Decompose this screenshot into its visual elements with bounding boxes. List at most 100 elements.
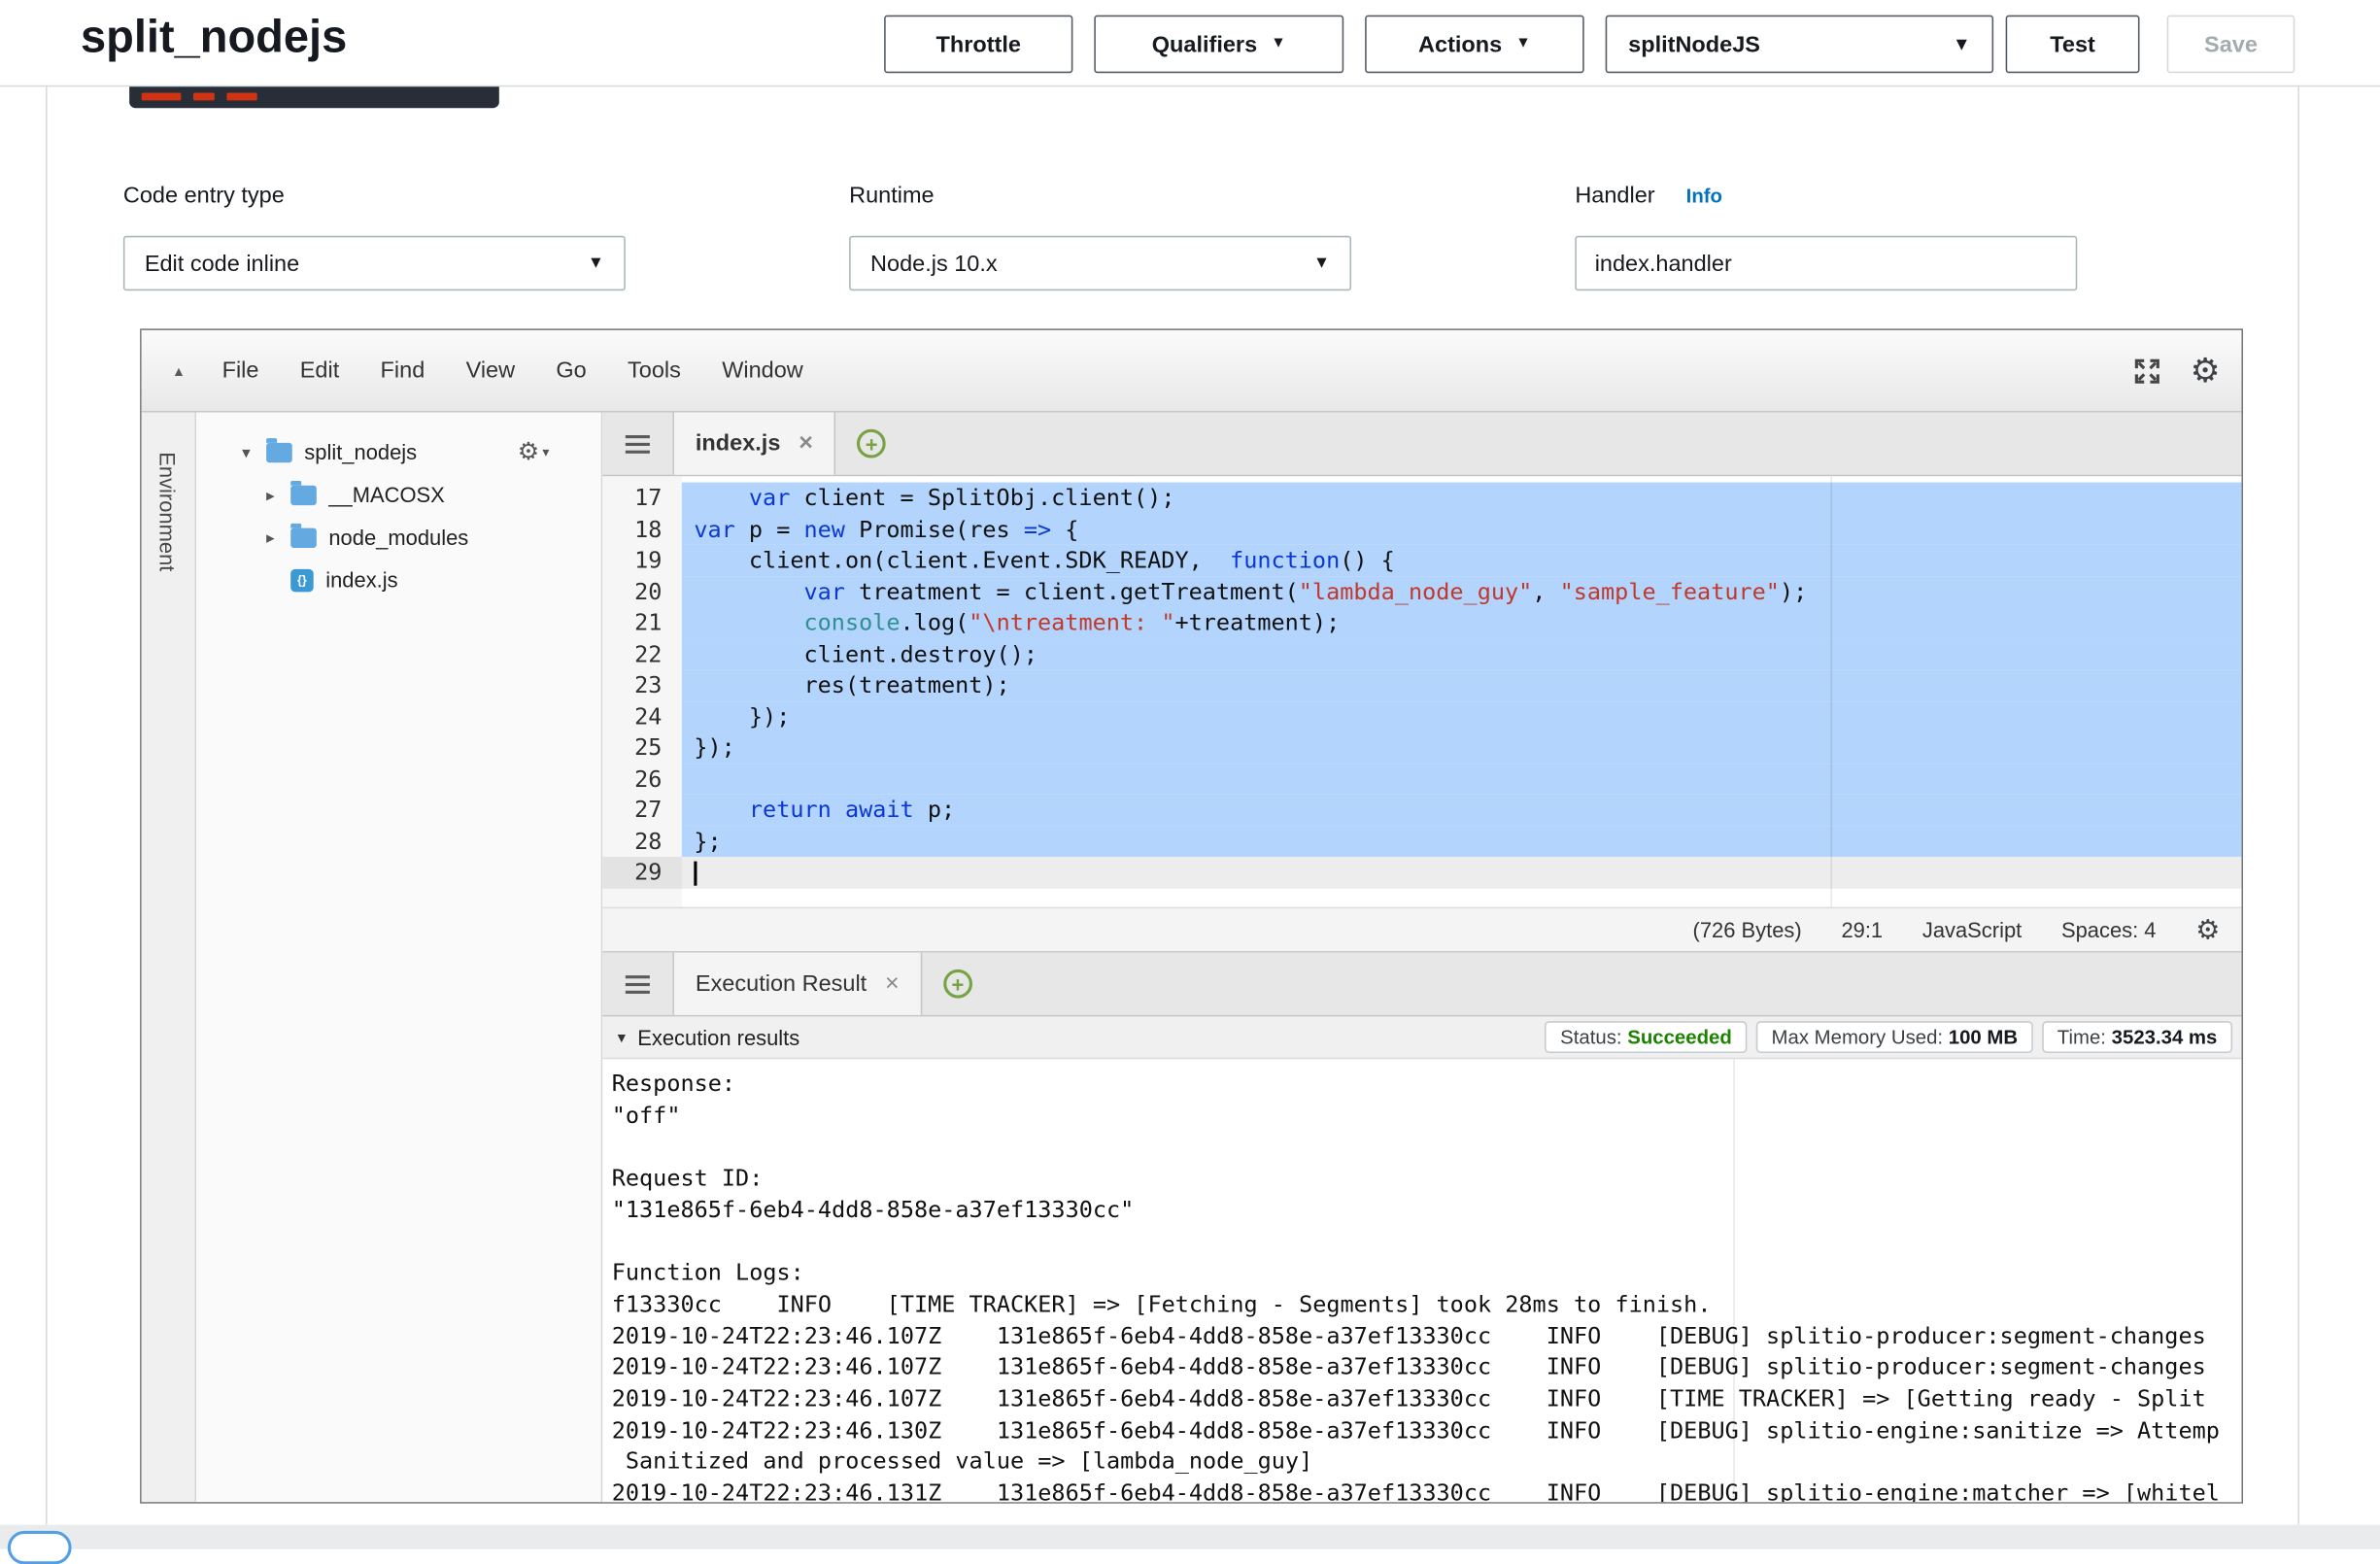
line-number: 18 (602, 514, 681, 545)
save-button[interactable]: Save (2167, 16, 2295, 74)
js-file-icon (290, 568, 313, 591)
test-button-label: Test (2050, 31, 2095, 57)
caret-right-icon[interactable]: ▸ (266, 485, 290, 504)
log-line: 2019-10-24T22:23:46.107Z 131e865f-6eb4-4… (612, 1351, 2242, 1382)
tree-item-indexjs-file[interactable]: index.js (196, 559, 601, 601)
status-spaces[interactable]: Spaces: 4 (2061, 918, 2157, 942)
status-badge-label: Status: (1560, 1026, 1621, 1048)
menu-view[interactable]: View (466, 357, 516, 384)
feedback-button-partial[interactable] (8, 1531, 72, 1564)
menu-go[interactable]: Go (556, 357, 586, 384)
text-cursor (694, 862, 697, 886)
execution-log-area[interactable]: Response:"off" Request ID:"131e865f-6eb4… (602, 1059, 2241, 1502)
execution-results-header[interactable]: ▼ Execution results Status: Succeeded Ma… (602, 1016, 2241, 1059)
code-entry-type-value: Edit code inline (145, 251, 299, 277)
add-tab-icon[interactable]: + (943, 969, 972, 999)
tree-item-root-folder[interactable]: ▾ split_nodejs ⚙▾ (196, 430, 601, 473)
save-button-label: Save (2204, 31, 2258, 57)
tree-item-node-modules-folder[interactable]: ▸ node_modules (196, 516, 601, 559)
tree-settings-gear-icon[interactable]: ⚙▾ (518, 437, 550, 467)
code-line[interactable]: 25}); (602, 731, 2241, 763)
line-number: 25 (602, 731, 681, 763)
lambda-console-page: split_nodejs Throttle Qualifiers ▼ Actio… (0, 0, 2380, 1549)
code-line[interactable]: 27 return await p; (602, 795, 2241, 826)
throttle-button[interactable]: Throttle (884, 16, 1072, 74)
tab-indexjs[interactable]: index.js × (672, 413, 835, 475)
handler-input[interactable] (1575, 236, 2077, 290)
caret-down-icon[interactable]: ▾ (242, 442, 266, 461)
code-line[interactable]: 24 }); (602, 700, 2241, 731)
tab-execution-result[interactable]: Execution Result × (672, 953, 922, 1015)
cut-off-designer-element (129, 86, 499, 108)
status-cursor-position[interactable]: 29:1 (1841, 918, 1883, 942)
actions-button[interactable]: Actions ▼ (1365, 16, 1584, 74)
card-left-border (46, 86, 48, 1524)
log-line (612, 1226, 2242, 1257)
chevron-down-icon: ▼ (588, 255, 604, 273)
tab-execution-result-label: Execution Result (696, 970, 867, 997)
code-line[interactable]: 26 (602, 764, 2241, 795)
line-number: 28 (602, 826, 681, 857)
menu-window[interactable]: Window (722, 357, 803, 384)
runtime-select[interactable]: Node.js 10.x ▼ (849, 236, 1351, 290)
actions-button-label: Actions (1418, 31, 1502, 57)
log-line: f13330cc INFO [TIME TRACKER] => [Fetchin… (612, 1289, 2242, 1320)
alias-selector[interactable]: splitNodeJS ▼ (1606, 16, 1993, 74)
memory-badge-value: 100 MB (1949, 1026, 2018, 1048)
code-line[interactable]: 23 res(treatment); (602, 669, 2241, 700)
print-margin-ruler (1733, 1059, 1735, 1502)
log-line: Sanitized and processed value => [lambda… (612, 1446, 2242, 1478)
tree-item-macosx-folder[interactable]: ▸ __MACOSX (196, 473, 601, 516)
code-line[interactable]: 20 var treatment = client.getTreatment("… (602, 576, 2241, 607)
code-entry-type-select[interactable]: Edit code inline ▼ (123, 236, 626, 290)
log-line (612, 1131, 2242, 1162)
code-area[interactable]: 17 var client = SplitObj.client();18var … (602, 476, 2241, 906)
add-tab-icon[interactable]: + (857, 429, 886, 459)
code-line[interactable]: 28}; (602, 826, 2241, 857)
chevron-down-icon: ▼ (1271, 37, 1286, 52)
line-number: 27 (602, 795, 681, 826)
code-area-lines: 17 var client = SplitObj.client();18var … (602, 483, 2241, 888)
code-line[interactable]: 18var p = new Promise(res => { (602, 514, 2241, 545)
line-number: 22 (602, 638, 681, 669)
caret-right-icon[interactable]: ▸ (266, 527, 290, 547)
log-line: Request ID: (612, 1163, 2242, 1194)
tab-indexjs-label: index.js (696, 430, 781, 457)
status-language[interactable]: JavaScript (1922, 918, 2022, 942)
line-number: 29 (602, 857, 681, 888)
file-tree: ▾ split_nodejs ⚙▾ ▸ __MACOSX ▸ node_modu… (196, 413, 602, 1503)
log-line: 2019-10-24T22:23:46.107Z 131e865f-6eb4-4… (612, 1383, 2242, 1414)
code-line[interactable]: 29 (602, 857, 2241, 888)
tab-list-icon[interactable] (626, 974, 650, 993)
test-button[interactable]: Test (2006, 16, 2140, 74)
log-line: "off" (612, 1100, 2242, 1131)
close-icon[interactable]: × (799, 430, 813, 458)
close-icon[interactable]: × (885, 970, 900, 998)
tab-list-icon[interactable] (626, 434, 650, 453)
memory-badge: Max Memory Used: 100 MB (1756, 1021, 2033, 1053)
collapse-menu-icon[interactable]: ▲ (172, 363, 186, 379)
execution-badges: Status: Succeeded Max Memory Used: 100 M… (1546, 1021, 2233, 1053)
code-line[interactable]: 19 client.on(client.Event.SDK_READY, fun… (602, 545, 2241, 576)
menu-edit[interactable]: Edit (300, 357, 340, 384)
handler-info-link[interactable]: Info (1686, 185, 1722, 207)
menu-find[interactable]: Find (381, 357, 425, 384)
folder-icon (266, 442, 292, 461)
status-settings-gear-icon[interactable]: ⚙ (2195, 916, 2220, 943)
environment-tab-label: Environment (155, 452, 180, 571)
code-line[interactable]: 22 client.destroy(); (602, 638, 2241, 669)
environment-tab[interactable]: Environment (142, 413, 196, 1503)
editor-menubar: ▲ File Edit Find View Go Tools Window ⚙ (142, 330, 2242, 413)
editor-settings-gear-icon[interactable]: ⚙ (2191, 354, 2221, 387)
qualifiers-button[interactable]: Qualifiers ▼ (1094, 16, 1343, 74)
tree-item-label: split_nodejs (304, 440, 417, 464)
print-margin-ruler (1830, 476, 1832, 906)
code-tabbar: index.js × + (602, 413, 2241, 477)
menu-file[interactable]: File (222, 357, 259, 384)
fullscreen-icon[interactable] (2132, 356, 2162, 386)
code-line[interactable]: 21 console.log("\ntreatment: "+treatment… (602, 607, 2241, 638)
menu-tools[interactable]: Tools (628, 357, 681, 384)
line-number: 20 (602, 576, 681, 607)
code-line[interactable]: 17 var client = SplitObj.client(); (602, 483, 2241, 514)
tree-item-label: __MACOSX (328, 483, 444, 507)
